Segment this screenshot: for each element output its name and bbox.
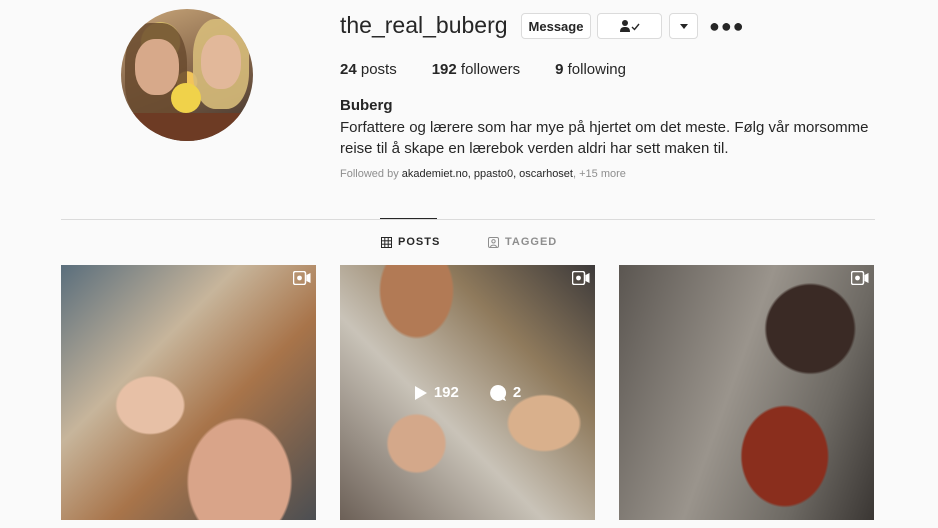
- tabs-divider: [61, 219, 875, 220]
- followed-by-more: +15 more: [579, 168, 626, 180]
- following-button[interactable]: [597, 13, 662, 39]
- igtv-icon: [851, 271, 869, 285]
- following-user-check-icon: [619, 20, 640, 32]
- posts-stat: 24 posts: [340, 61, 397, 78]
- comments-stat: 2: [489, 384, 521, 402]
- followers-label: followers: [460, 61, 521, 78]
- followed-by-users[interactable]: akademiet.no, ppasto0, oscarhoset: [402, 168, 573, 180]
- posts-label: posts: [360, 61, 397, 78]
- grid-icon: [381, 236, 392, 248]
- profile-full-name: Buberg: [340, 97, 393, 114]
- avatar-photo-part: [201, 35, 241, 89]
- followed-by[interactable]: Followed by akademiet.no, ppasto0, oscar…: [340, 168, 626, 180]
- profile-username: the_real_buberg: [340, 12, 508, 38]
- views-count: 192: [433, 384, 459, 401]
- post-hover-overlay: 192 2: [340, 265, 595, 520]
- active-tab-indicator: [380, 218, 437, 219]
- profile-avatar[interactable]: [121, 9, 253, 141]
- avatar-photo-part: [121, 113, 253, 141]
- tab-posts[interactable]: POSTS: [381, 236, 440, 248]
- suggested-dropdown-button[interactable]: [669, 13, 698, 39]
- tab-tagged[interactable]: TAGGED: [488, 236, 557, 248]
- igtv-icon: [293, 271, 311, 285]
- options-more-icon[interactable]: ●●●: [709, 16, 745, 37]
- tagged-icon: [488, 236, 499, 248]
- avatar-photo-part: [171, 83, 201, 113]
- followers-stat[interactable]: 192 followers: [432, 61, 520, 78]
- views-stat: 192: [414, 384, 459, 401]
- followers-count: 192: [431, 61, 457, 78]
- chevron-down-icon: [679, 23, 688, 29]
- post-thumbnail[interactable]: [61, 265, 316, 520]
- tab-posts-label: POSTS: [398, 236, 441, 248]
- tab-tagged-label: TAGGED: [505, 236, 558, 248]
- following-count: 9: [555, 61, 564, 78]
- following-label: following: [567, 61, 626, 78]
- comments-count: 2: [512, 384, 522, 401]
- posts-count: 24: [340, 61, 357, 78]
- following-stat[interactable]: 9 following: [555, 61, 626, 78]
- followed-by-prefix: Followed by: [340, 168, 399, 180]
- post-thumbnail[interactable]: 192 2: [340, 265, 595, 520]
- comment-bubble-icon: [489, 384, 506, 401]
- play-icon: [414, 385, 427, 400]
- profile-stats: 24 posts 192 followers 9 following: [340, 61, 661, 78]
- post-thumbnail[interactable]: [619, 265, 874, 520]
- message-button[interactable]: Message: [521, 13, 591, 39]
- profile-bio: Forfattere og lærere som har mye på hjer…: [340, 119, 869, 157]
- avatar-photo-part: [135, 39, 179, 95]
